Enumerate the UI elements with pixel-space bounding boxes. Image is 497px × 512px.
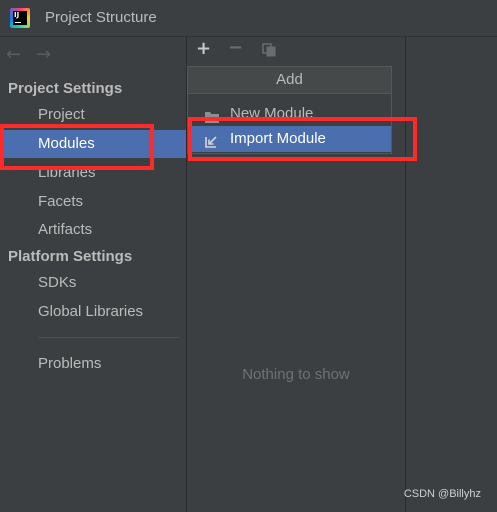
- sidebar-item-artifacts[interactable]: Artifacts: [38, 221, 92, 238]
- minus-icon[interactable]: −: [228, 37, 243, 58]
- title-bar: IJ Project Structure: [0, 0, 497, 37]
- sidebar-item-facets[interactable]: Facets: [38, 193, 83, 210]
- annotation-highlight-modules: [0, 124, 154, 170]
- back-arrow-icon[interactable]: ←: [6, 44, 21, 65]
- forward-arrow-icon[interactable]: →: [36, 44, 51, 65]
- empty-state-text: Nothing to show: [242, 366, 350, 383]
- sidebar-separator: [38, 337, 180, 338]
- add-popup-header: Add: [188, 67, 391, 94]
- details-panel: [406, 37, 497, 512]
- copy-icon[interactable]: [262, 42, 276, 57]
- sidebar-item-project[interactable]: Project: [38, 106, 85, 123]
- window-title: Project Structure: [45, 9, 157, 26]
- sidebar-item-global-libraries[interactable]: Global Libraries: [38, 303, 143, 320]
- plus-icon[interactable]: +: [196, 38, 211, 59]
- sidebar: [0, 37, 186, 512]
- annotation-highlight-import-module: [188, 117, 417, 161]
- watermark: CSDN @Billyhz: [403, 488, 481, 500]
- platform-settings-header: Platform Settings: [8, 248, 133, 265]
- sidebar-item-problems[interactable]: Problems: [38, 355, 101, 372]
- project-settings-header: Project Settings: [8, 80, 123, 97]
- sidebar-item-sdks[interactable]: SDKs: [38, 274, 76, 291]
- intellij-logo-icon: IJ: [10, 8, 30, 28]
